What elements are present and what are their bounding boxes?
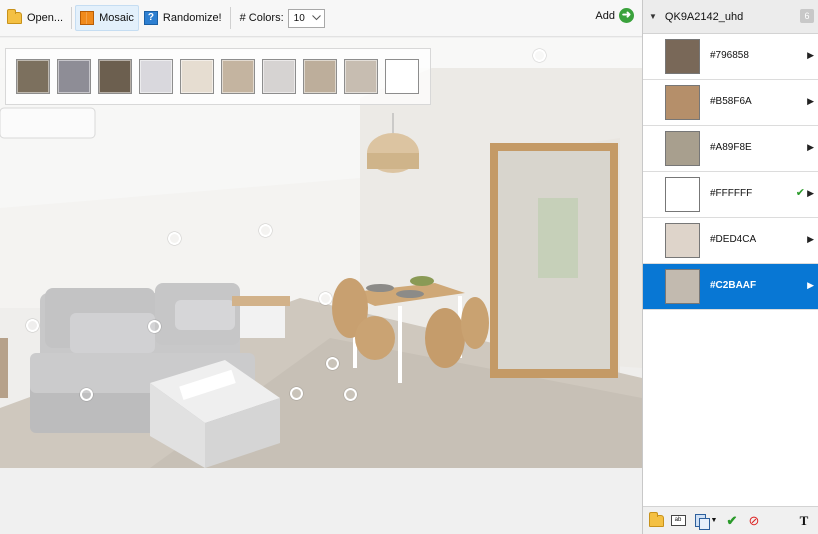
image-canvas[interactable] bbox=[0, 38, 642, 468]
toolbar-separator bbox=[229, 7, 231, 29]
cancel-button[interactable]: ⊘ bbox=[746, 513, 762, 529]
color-picker-marker[interactable] bbox=[148, 320, 161, 333]
folder-open-icon bbox=[7, 9, 22, 24]
palette-swatch[interactable] bbox=[221, 59, 255, 94]
color-row[interactable]: #C2BAAF ▶ bbox=[643, 264, 818, 310]
randomize-icon: ? bbox=[143, 11, 158, 25]
color-hex: #796858 bbox=[710, 50, 749, 61]
add-label: Add bbox=[595, 9, 615, 22]
chevron-right-icon[interactable]: ▶ bbox=[807, 234, 814, 245]
canvas-background bbox=[0, 468, 642, 528]
color-row[interactable]: #796858 ▶ bbox=[643, 34, 818, 80]
chevron-right-icon[interactable]: ▶ bbox=[807, 280, 814, 291]
color-picker-marker[interactable] bbox=[344, 388, 357, 401]
color-row[interactable]: #A89F8E ▶ bbox=[643, 126, 818, 172]
check-icon: ✔ bbox=[726, 512, 738, 528]
add-arrow-icon: ➜ bbox=[619, 8, 634, 23]
colors-count-select[interactable]: 10 bbox=[287, 8, 325, 28]
palette-swatch[interactable] bbox=[16, 59, 50, 94]
color-picker-marker[interactable] bbox=[26, 319, 39, 332]
mosaic-label: Mosaic bbox=[99, 12, 134, 24]
check-icon: ✔ bbox=[795, 187, 805, 199]
copy-dropdown[interactable]: ▼ bbox=[710, 513, 718, 529]
colors-count-value: 10 bbox=[293, 12, 305, 24]
color-picker-marker[interactable] bbox=[319, 292, 332, 305]
colors-label: # Colors: bbox=[239, 12, 284, 24]
chevron-right-icon[interactable]: ▶ bbox=[807, 188, 814, 199]
text-format-icon: T bbox=[799, 512, 809, 528]
chevron-down-icon bbox=[311, 15, 321, 21]
color-swatch bbox=[665, 223, 700, 258]
palette-strip bbox=[5, 48, 431, 105]
palette-swatch[interactable] bbox=[139, 59, 173, 94]
color-swatch bbox=[665, 85, 700, 120]
color-row[interactable]: #B58F6A ▶ bbox=[643, 80, 818, 126]
open-label: Open... bbox=[27, 12, 64, 24]
color-hex: #C2BAAF bbox=[710, 280, 757, 291]
new-folder-button[interactable] bbox=[648, 511, 664, 529]
chevron-right-icon[interactable]: ▶ bbox=[807, 50, 814, 61]
palette-swatch[interactable] bbox=[385, 59, 419, 94]
color-list: #796858 ▶ #B58F6A ▶ #A89F8E ▶ #FFFFFF ✔ bbox=[643, 34, 818, 310]
palette-group-header[interactable]: ▼ QK9A2142_uhd 6 bbox=[643, 0, 818, 34]
palette-swatch[interactable] bbox=[98, 59, 132, 94]
app-window: Open... Mosaic ? Randomize! # Colors: 10… bbox=[0, 0, 818, 534]
folder-icon bbox=[648, 511, 664, 527]
panel-footer-toolbar: ab ▼ ✔ ⊘ T bbox=[643, 506, 818, 534]
toolbar: Open... Mosaic ? Randomize! # Colors: 10… bbox=[0, 0, 642, 37]
card-icon: ab bbox=[670, 515, 686, 526]
color-picker-marker[interactable] bbox=[290, 387, 303, 400]
palette-swatch[interactable] bbox=[57, 59, 91, 94]
color-picker-marker[interactable] bbox=[80, 388, 93, 401]
color-hex: #B58F6A bbox=[710, 96, 752, 107]
collapse-triangle-icon[interactable]: ▼ bbox=[649, 12, 657, 21]
palette-swatch[interactable] bbox=[180, 59, 214, 94]
color-picker-marker[interactable] bbox=[533, 49, 546, 62]
chevron-right-icon[interactable]: ▶ bbox=[807, 96, 814, 107]
color-row[interactable]: #DED4CA ▶ bbox=[643, 218, 818, 264]
copy-icon bbox=[694, 514, 710, 530]
palette-swatch[interactable] bbox=[303, 59, 337, 94]
open-button[interactable]: Open... bbox=[2, 5, 68, 31]
randomize-button[interactable]: ? Randomize! bbox=[139, 5, 227, 31]
color-picker-marker[interactable] bbox=[326, 357, 339, 370]
cancel-icon: ⊘ bbox=[748, 512, 760, 528]
palette-swatch[interactable] bbox=[262, 59, 296, 94]
color-row[interactable]: #FFFFFF ✔ ▶ bbox=[643, 172, 818, 218]
color-swatch bbox=[665, 131, 700, 166]
chevron-down-icon: ▼ bbox=[710, 517, 718, 524]
color-swatch bbox=[665, 269, 700, 304]
accept-button[interactable]: ✔ bbox=[724, 513, 740, 529]
color-hex: #FFFFFF bbox=[710, 188, 753, 199]
color-hex: #A89F8E bbox=[710, 142, 752, 153]
toolbar-separator bbox=[71, 7, 73, 29]
copy-button[interactable] bbox=[692, 513, 710, 530]
color-picker-marker[interactable] bbox=[168, 232, 181, 245]
palette-swatch[interactable] bbox=[344, 59, 378, 94]
text-format-button[interactable]: T bbox=[796, 513, 812, 529]
chevron-right-icon[interactable]: ▶ bbox=[807, 142, 814, 153]
color-hex: #DED4CA bbox=[710, 234, 757, 245]
color-list-panel: ▼ QK9A2142_uhd 6 #796858 ▶ #B58F6A ▶ #A8… bbox=[642, 0, 818, 534]
mosaic-icon bbox=[80, 11, 95, 25]
card-button[interactable]: ab bbox=[670, 513, 686, 529]
color-count-badge: 6 bbox=[800, 9, 814, 23]
workspace: Open... Mosaic ? Randomize! # Colors: 10… bbox=[0, 0, 642, 534]
mosaic-button[interactable]: Mosaic bbox=[75, 5, 139, 31]
palette-group-title: QK9A2142_uhd bbox=[664, 10, 744, 23]
add-button[interactable]: Add ➜ bbox=[595, 8, 634, 23]
randomize-label: Randomize! bbox=[162, 12, 222, 24]
color-swatch bbox=[665, 177, 700, 212]
color-swatch bbox=[665, 39, 700, 74]
color-picker-marker[interactable] bbox=[259, 224, 272, 237]
